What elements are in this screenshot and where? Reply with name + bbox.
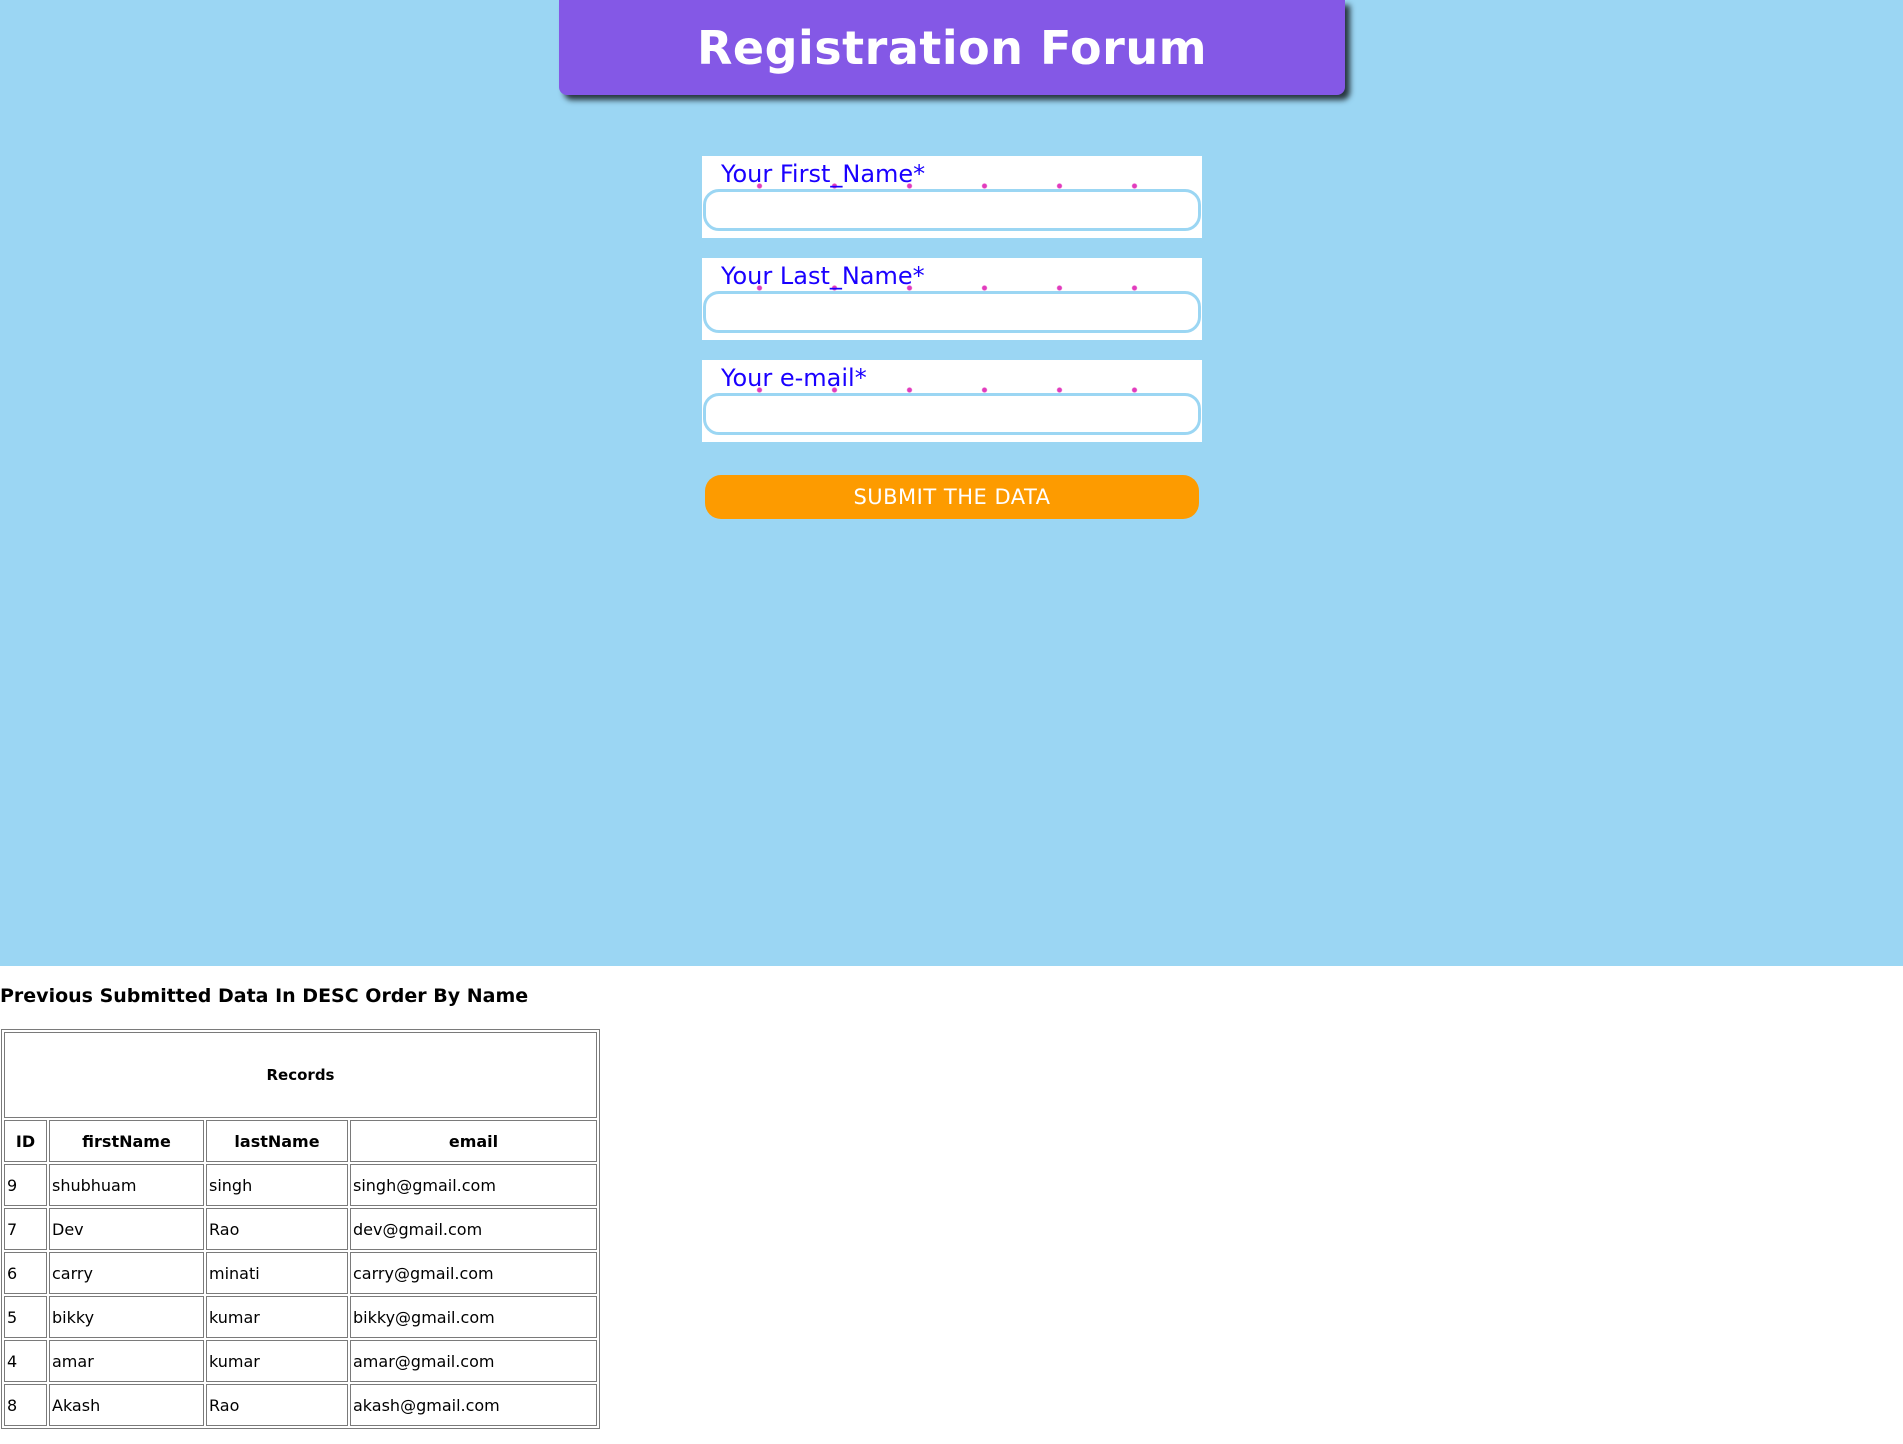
cell-id: 4: [4, 1340, 47, 1382]
email-input[interactable]: [703, 393, 1201, 435]
last-name-input[interactable]: [703, 291, 1201, 333]
cell-lastname: kumar: [206, 1296, 348, 1338]
records-table: Records ID firstName lastName email 9 sh…: [1, 1029, 600, 1429]
cell-lastname: Rao: [206, 1384, 348, 1426]
cell-email: amar@gmail.com: [350, 1340, 597, 1382]
cell-firstname: Dev: [49, 1208, 204, 1250]
page-header: Registration Forum: [559, 0, 1345, 95]
records-heading: Previous Submitted Data In DESC Order By…: [0, 985, 529, 1007]
cell-id: 8: [4, 1384, 47, 1426]
records-caption-row: Records: [4, 1032, 597, 1118]
cell-firstname: shubhuam: [49, 1164, 204, 1206]
records-header-row: ID firstName lastName email: [4, 1120, 597, 1162]
cell-lastname: singh: [206, 1164, 348, 1206]
last-name-label: Your Last_Name*: [721, 262, 925, 290]
first-name-field: Your First_Name*: [702, 156, 1202, 238]
last-name-field: Your Last_Name*: [702, 258, 1202, 340]
column-header-email: email: [350, 1120, 597, 1162]
cell-email: carry@gmail.com: [350, 1252, 597, 1294]
table-row: 4 amar kumar amar@gmail.com: [4, 1340, 597, 1382]
cell-email: singh@gmail.com: [350, 1164, 597, 1206]
records-caption: Records: [4, 1032, 597, 1118]
cell-firstname: carry: [49, 1252, 204, 1294]
table-row: 8 Akash Rao akash@gmail.com: [4, 1384, 597, 1426]
cell-id: 5: [4, 1296, 47, 1338]
table-row: 6 carry minati carry@gmail.com: [4, 1252, 597, 1294]
cell-id: 7: [4, 1208, 47, 1250]
registration-form-section: Registration Forum Your First_Name* Your…: [0, 0, 1903, 966]
column-header-id: ID: [4, 1120, 47, 1162]
submit-button[interactable]: SUBMIT THE DATA: [705, 475, 1199, 519]
cell-firstname: amar: [49, 1340, 204, 1382]
page-title: Registration Forum: [696, 20, 1208, 75]
table-row: 9 shubhuam singh singh@gmail.com: [4, 1164, 597, 1206]
cell-firstname: bikky: [49, 1296, 204, 1338]
cell-id: 9: [4, 1164, 47, 1206]
cell-email: bikky@gmail.com: [350, 1296, 597, 1338]
column-header-lastname: lastName: [206, 1120, 348, 1162]
first-name-label: Your First_Name*: [721, 160, 926, 188]
first-name-input[interactable]: [703, 189, 1201, 231]
cell-lastname: Rao: [206, 1208, 348, 1250]
cell-id: 6: [4, 1252, 47, 1294]
table-row: 7 Dev Rao dev@gmail.com: [4, 1208, 597, 1250]
email-label: Your e-mail*: [721, 364, 867, 392]
table-row: 5 bikky kumar bikky@gmail.com: [4, 1296, 597, 1338]
column-header-firstname: firstName: [49, 1120, 204, 1162]
email-field: Your e-mail*: [702, 360, 1202, 442]
cell-lastname: kumar: [206, 1340, 348, 1382]
cell-firstname: Akash: [49, 1384, 204, 1426]
cell-email: dev@gmail.com: [350, 1208, 597, 1250]
cell-lastname: minati: [206, 1252, 348, 1294]
cell-email: akash@gmail.com: [350, 1384, 597, 1426]
